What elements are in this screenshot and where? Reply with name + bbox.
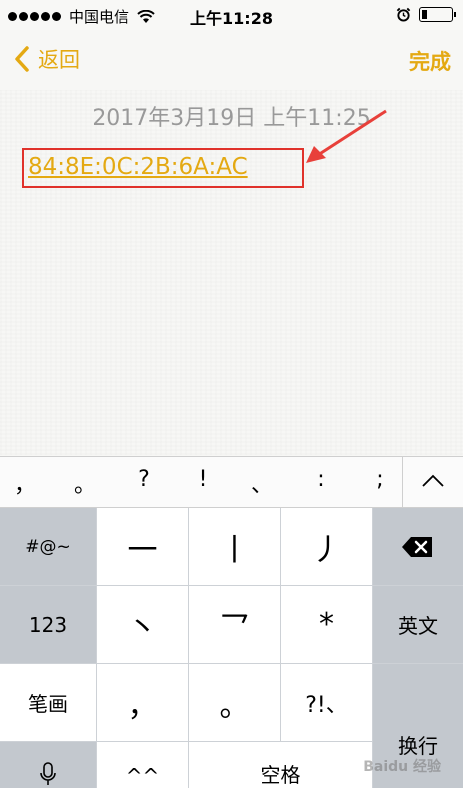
mac-address-link[interactable]: 84:8E:0C:2B:6A:AC [28, 154, 248, 180]
english-key[interactable]: 英文 [373, 586, 463, 663]
collapse-button[interactable] [403, 457, 463, 509]
microphone-button[interactable] [0, 742, 96, 788]
stroke-key-dian[interactable]: 丶 [97, 586, 188, 663]
numbers-key[interactable]: 123 [0, 586, 96, 663]
back-label: 返回 [38, 48, 80, 72]
delete-button[interactable] [373, 508, 463, 585]
alarm-icon [396, 7, 411, 22]
punct-comma[interactable]: ， [5, 467, 45, 499]
microphone-icon [40, 762, 56, 785]
comma-key[interactable]: ， [97, 664, 188, 741]
punct-colon[interactable]: : [301, 467, 341, 492]
symbols-key[interactable]: #@~ [0, 508, 96, 585]
status-right [396, 7, 456, 22]
note-date: 2017年3月19日 上午11:25 [92, 106, 371, 131]
stroke-key-shu[interactable]: 丨 [189, 508, 280, 585]
punct-exclamation[interactable]: ! [183, 467, 223, 492]
nav-bar: 返回 完成 [0, 30, 463, 90]
status-time: 上午11:28 [190, 9, 273, 28]
stroke-key-heng[interactable]: 一 [97, 508, 188, 585]
chevron-up-icon [422, 474, 444, 487]
punct-combo-key[interactable]: ?!、 [281, 664, 372, 741]
done-button[interactable]: 完成 [409, 46, 451, 76]
wildcard-key[interactable]: * [281, 586, 372, 663]
watermark: Baidu 经验 [363, 759, 441, 775]
backspace-icon [402, 536, 432, 557]
stroke-key-zhe[interactable]: 乛 [189, 586, 280, 663]
punctuation-bar: ， 。 ? ! 、 : ; [0, 456, 463, 509]
strokes-key[interactable]: 笔画 [0, 664, 96, 741]
stroke-keyboard: #@~ 一 丨 丿 123 丶 乛 * 英文 笔画 ， 。 ?!、 换行 ^^ … [0, 508, 463, 788]
punct-semicolon[interactable]: ; [360, 467, 400, 492]
back-button[interactable]: 返回 [14, 44, 80, 74]
stroke-key-pie[interactable]: 丿 [281, 508, 372, 585]
punct-enumeration-comma[interactable]: 、 [242, 467, 282, 499]
chevron-left-icon [15, 46, 29, 72]
note-editor[interactable]: 2017年3月19日 上午11:25 84:8E:0C:2B:6A:AC [0, 90, 463, 455]
space-key[interactable]: 空格 [189, 742, 372, 788]
period-key[interactable]: 。 [189, 664, 280, 741]
annotation-arrow-icon [306, 109, 387, 163]
emoticon-key[interactable]: ^^ [97, 742, 188, 788]
status-bar: 中国电信 上午11:28 [0, 0, 463, 30]
punct-period[interactable]: 。 [65, 467, 105, 499]
battery-icon [419, 7, 456, 22]
punct-question[interactable]: ? [124, 467, 164, 492]
